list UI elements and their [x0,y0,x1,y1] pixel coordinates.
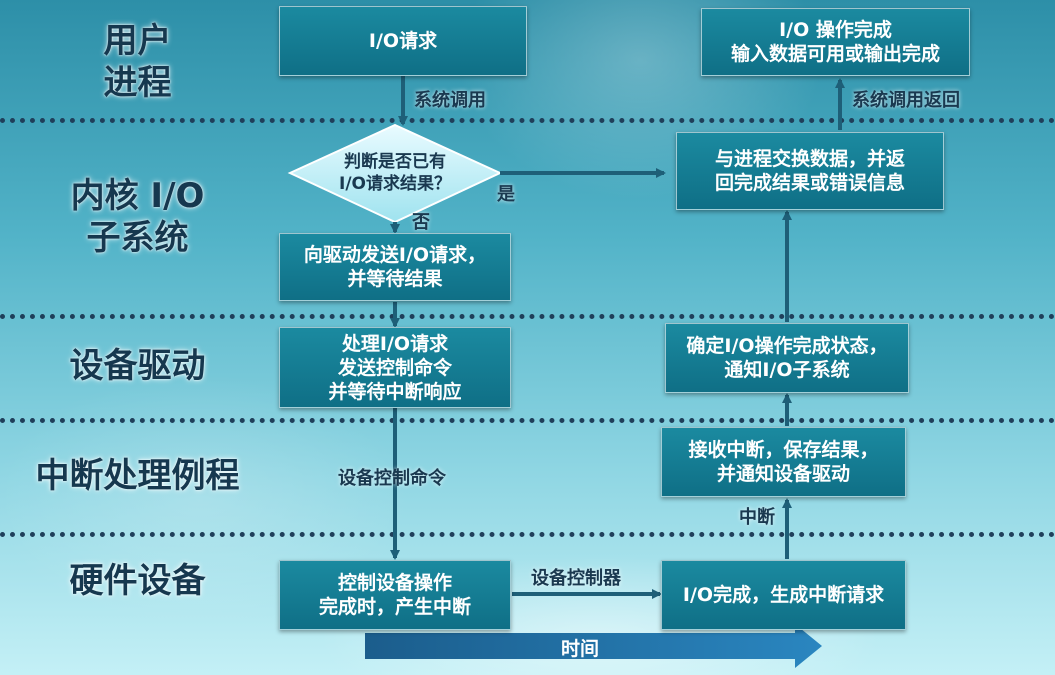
edge-label-syscall: 系统调用 [414,90,486,111]
node-io-request: I/O请求 [279,6,527,76]
timeline-label: 时间 [560,638,599,660]
node-check-result: 判断是否已有 I/O请求结果？ [339,152,451,194]
edge-label-device-controller: 设备控制器 [531,568,621,589]
node-io-complete-interrupt: I/O完成，生成中断请求 [661,560,906,630]
edge-label-device-control-cmd: 设备控制命令 [338,468,446,489]
node-control-device: 控制设备操作 完成时，产生中断 [279,560,511,630]
edge-label-interrupt: 中断 [739,507,775,528]
edge-label-yes: 是 [497,184,515,205]
edge-label-no: 否 [412,212,430,233]
edge-label-syscall-return: 系统调用返回 [852,90,960,111]
node-confirm-status: 确定I/O操作完成状态， 通知I/O子系统 [665,323,909,393]
node-exchange-data: 与进程交换数据，并返 回完成结果或错误信息 [676,132,944,210]
node-io-done: I/O 操作完成 输入数据可用或输出完成 [701,8,970,76]
node-process-request: 处理I/O请求 发送控制命令 并等待中断响应 [279,327,511,408]
node-send-to-driver: 向驱动发送I/O请求， 并等待结果 [279,233,511,301]
node-receive-interrupt: 接收中断，保存结果， 并通知设备驱动 [661,427,906,497]
